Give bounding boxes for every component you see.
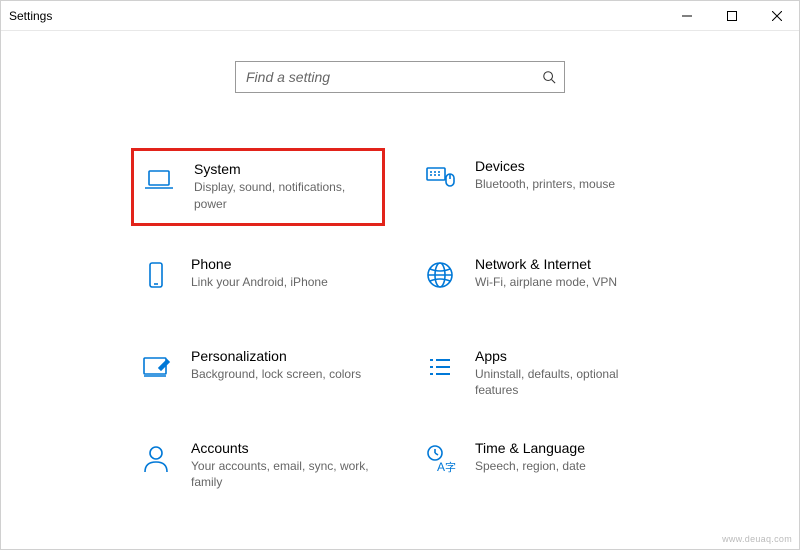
- category-title: Devices: [475, 158, 661, 174]
- category-title: Personalization: [191, 348, 377, 364]
- category-title: Phone: [191, 256, 377, 272]
- category-text: Phone Link your Android, iPhone: [191, 256, 377, 291]
- category-desc: Background, lock screen, colors: [191, 366, 377, 383]
- category-desc: Bluetooth, printers, mouse: [475, 176, 661, 193]
- category-network[interactable]: Network & Internet Wi-Fi, airplane mode,…: [415, 246, 669, 318]
- paintbrush-icon: [139, 350, 173, 384]
- close-button[interactable]: [754, 1, 799, 31]
- category-title: System: [194, 161, 374, 177]
- category-devices[interactable]: Devices Bluetooth, printers, mouse: [415, 148, 669, 226]
- category-desc: Uninstall, defaults, optional features: [475, 366, 661, 400]
- time-language-icon: A 字: [423, 442, 457, 476]
- category-title: Apps: [475, 348, 661, 364]
- category-accounts[interactable]: Accounts Your accounts, email, sync, wor…: [131, 430, 385, 502]
- svg-text:字: 字: [445, 460, 456, 474]
- search-input[interactable]: [246, 69, 540, 85]
- category-time-language[interactable]: A 字 Time & Language Speech, region, date: [415, 430, 669, 502]
- maximize-button[interactable]: [709, 1, 754, 31]
- list-icon: [423, 350, 457, 384]
- category-text: Time & Language Speech, region, date: [475, 440, 661, 475]
- window-title: Settings: [9, 9, 52, 23]
- category-title: Time & Language: [475, 440, 661, 456]
- category-desc: Wi-Fi, airplane mode, VPN: [475, 274, 661, 291]
- search-row: [41, 61, 759, 93]
- person-icon: [139, 442, 173, 476]
- category-apps[interactable]: Apps Uninstall, defaults, optional featu…: [415, 338, 669, 410]
- category-desc: Link your Android, iPhone: [191, 274, 377, 291]
- search-box[interactable]: [235, 61, 565, 93]
- category-text: Apps Uninstall, defaults, optional featu…: [475, 348, 661, 400]
- category-system[interactable]: System Display, sound, notifications, po…: [131, 148, 385, 226]
- svg-text:A: A: [437, 460, 445, 474]
- keyboard-mouse-icon: [423, 160, 457, 194]
- category-desc: Your accounts, email, sync, work, family: [191, 458, 377, 492]
- category-text: Accounts Your accounts, email, sync, wor…: [191, 440, 377, 492]
- phone-icon: [139, 258, 173, 292]
- search-icon[interactable]: [540, 68, 558, 86]
- laptop-icon: [142, 163, 176, 197]
- category-personalization[interactable]: Personalization Background, lock screen,…: [131, 338, 385, 410]
- window-controls: [664, 1, 799, 31]
- minimize-button[interactable]: [664, 1, 709, 31]
- content-area: System Display, sound, notifications, po…: [1, 31, 799, 549]
- globe-icon: [423, 258, 457, 292]
- category-grid: System Display, sound, notifications, po…: [41, 148, 759, 502]
- category-text: Devices Bluetooth, printers, mouse: [475, 158, 661, 193]
- category-text: Network & Internet Wi-Fi, airplane mode,…: [475, 256, 661, 291]
- settings-window: Settings: [0, 0, 800, 550]
- category-title: Accounts: [191, 440, 377, 456]
- category-text: System Display, sound, notifications, po…: [194, 161, 374, 213]
- watermark: www.deuaq.com: [722, 534, 792, 544]
- category-title: Network & Internet: [475, 256, 661, 272]
- category-desc: Speech, region, date: [475, 458, 661, 475]
- category-phone[interactable]: Phone Link your Android, iPhone: [131, 246, 385, 318]
- category-text: Personalization Background, lock screen,…: [191, 348, 377, 383]
- titlebar: Settings: [1, 1, 799, 31]
- category-desc: Display, sound, notifications, power: [194, 179, 374, 213]
